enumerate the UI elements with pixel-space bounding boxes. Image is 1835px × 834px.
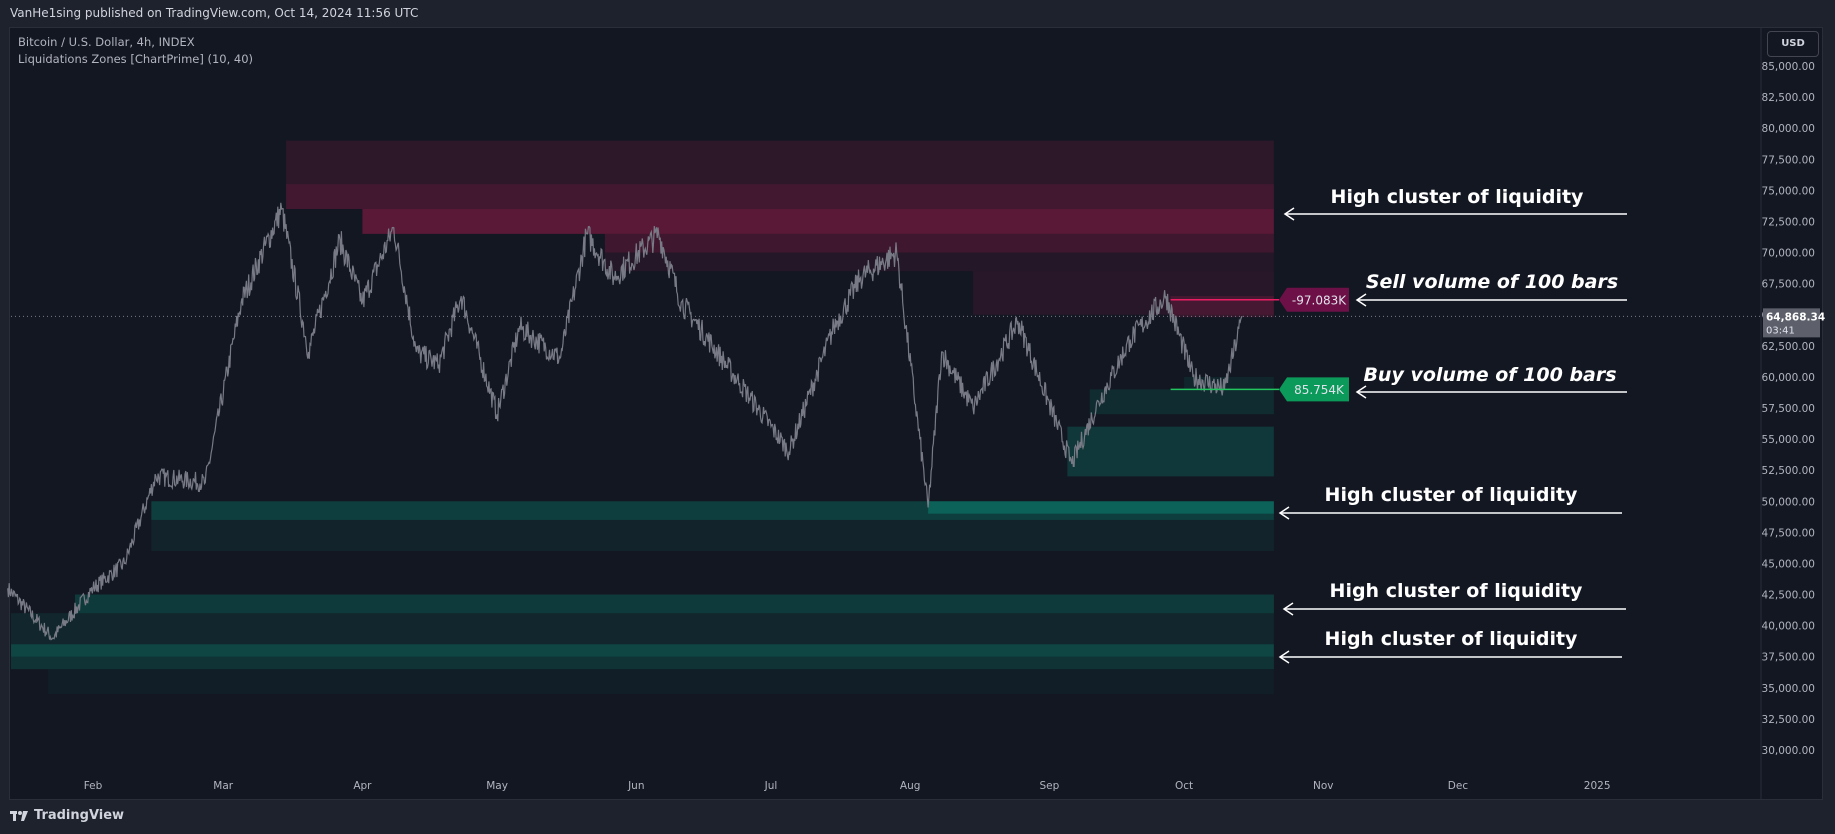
x-tick-label: Dec — [1448, 780, 1469, 792]
x-tick-label: Sep — [1039, 780, 1059, 792]
x-tick-label: Jun — [627, 780, 644, 792]
y-tick-label: 57,500.00 — [1762, 403, 1815, 415]
buy-liquidity-zone — [151, 519, 1274, 552]
x-tick-label: 2025 — [1584, 780, 1611, 792]
tradingview-logo-icon — [10, 810, 28, 821]
x-tick-label: Aug — [900, 780, 921, 792]
tradingview-logo[interactable]: TradingView — [10, 808, 124, 823]
buy-liquidity-zone — [75, 594, 1274, 614]
y-tick-label: 52,500.00 — [1762, 465, 1815, 477]
x-tick-label: Apr — [353, 780, 372, 792]
y-tick-label: 32,500.00 — [1762, 714, 1815, 726]
buy-liquidity-zone — [11, 644, 1274, 657]
annotation-high-cluster: High cluster of liquidity — [1330, 186, 1584, 208]
annotation-high-cluster: High cluster of liquidity — [1329, 580, 1583, 602]
x-tick-label: Jul — [764, 780, 778, 792]
y-tick-label: 67,500.00 — [1762, 279, 1815, 291]
sell-liquidity-zone — [286, 184, 1274, 210]
buy-volume-label: 85.754K — [1294, 383, 1345, 397]
price-chart[interactable]: -97.083K 85.754K 85,000.00 82,500.00 80,000.… — [0, 0, 1835, 834]
y-tick-label: 42,500.00 — [1762, 590, 1815, 602]
y-tick-label: 37,500.00 — [1762, 652, 1815, 664]
buy-liquidity-zone — [11, 656, 1274, 670]
y-tick-label: 30,000.00 — [1762, 745, 1815, 757]
y-tick-label: 60,000.00 — [1762, 372, 1815, 384]
y-tick-label: 62,500.00 — [1762, 341, 1815, 353]
y-tick-label: 55,000.00 — [1762, 434, 1815, 446]
annotation-sell-volume: Sell volume of 100 bars — [1365, 271, 1619, 293]
sell-volume-label: -97.083K — [1292, 293, 1347, 307]
footer-brand: TradingView — [34, 808, 125, 823]
x-tick-label: Oct — [1175, 780, 1193, 792]
annotation-high-cluster: High cluster of liquidity — [1324, 484, 1578, 506]
buy-liquidity-zone — [1089, 389, 1274, 415]
x-tick-label: May — [486, 780, 508, 792]
sell-liquidity-zone — [604, 252, 1274, 272]
buy-liquidity-zone — [1067, 426, 1274, 477]
x-tick-label: Nov — [1313, 780, 1334, 792]
symbol-legend[interactable]: Bitcoin / U.S. Dollar, 4h, INDEX — [18, 34, 253, 51]
y-tick-label: 75,000.00 — [1762, 185, 1815, 197]
y-tick-label: 47,500.00 — [1762, 527, 1815, 539]
buy-liquidity-zone — [11, 613, 1274, 645]
buy-liquidity-zone — [48, 669, 1274, 695]
annotation-buy-volume: Buy volume of 100 bars — [1363, 364, 1617, 386]
chart-legend: Bitcoin / U.S. Dollar, 4h, INDEX Liquida… — [18, 34, 253, 68]
y-tick-label: 40,000.00 — [1762, 621, 1815, 633]
y-tick-label: 70,000.00 — [1762, 248, 1815, 260]
y-tick-label: 72,500.00 — [1762, 216, 1815, 228]
x-tick-label: Mar — [213, 780, 233, 792]
sell-liquidity-zone — [362, 209, 1274, 234]
y-tick-label: 80,000.00 — [1762, 123, 1815, 135]
y-tick-label: 45,000.00 — [1762, 558, 1815, 570]
sell-liquidity-zone — [604, 233, 1274, 253]
annotation-high-cluster: High cluster of liquidity — [1324, 628, 1578, 650]
y-tick-label: 85,000.00 — [1762, 61, 1815, 73]
sell-liquidity-zone — [286, 140, 1274, 185]
buy-liquidity-zone — [928, 501, 1274, 514]
y-tick-label: 50,000.00 — [1762, 496, 1815, 508]
indicator-legend[interactable]: Liquidations Zones [ChartPrime] (10, 40) — [18, 51, 253, 68]
last-price-value: 64,868.34 — [1766, 311, 1825, 323]
currency-button[interactable]: USD — [1767, 31, 1819, 57]
y-tick-label: 35,000.00 — [1762, 683, 1815, 695]
x-tick-label: Feb — [84, 780, 103, 792]
bar-countdown: 03:41 — [1766, 325, 1795, 336]
y-tick-label: 77,500.00 — [1762, 154, 1815, 166]
y-tick-label: 82,500.00 — [1762, 92, 1815, 104]
